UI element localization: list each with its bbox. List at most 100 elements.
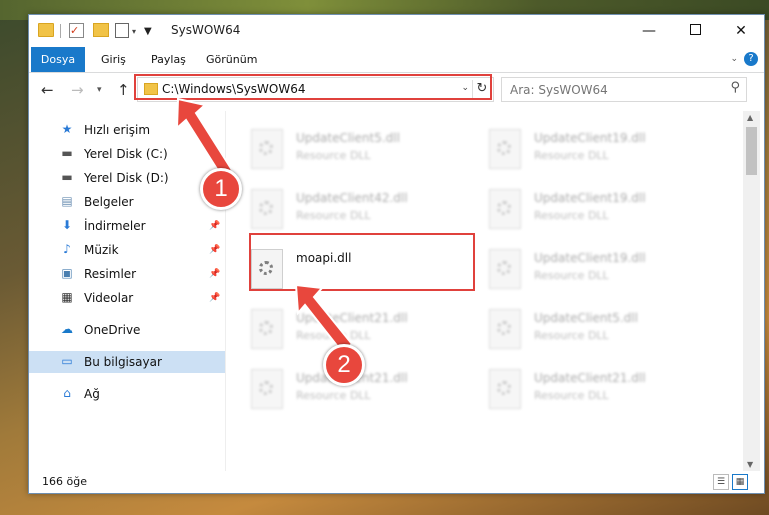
search-input[interactable]: [508, 80, 712, 99]
customize-toolbar-icon[interactable]: ▼: [144, 23, 152, 39]
list-item[interactable]: UpdateClient19.dll Resource DLL: [464, 185, 679, 239]
address-highlight-box: [134, 74, 492, 100]
sidebar-item-label: Hızlı erişim: [84, 123, 151, 137]
list-item[interactable]: UpdateClient19.dll Resource DLL: [464, 245, 679, 299]
sidebar-item-quick-access[interactable]: ★ Hızlı erişim: [29, 119, 225, 141]
file-name: UpdateClient42.dll: [296, 191, 408, 205]
file-name: UpdateClient21.dll: [296, 311, 408, 325]
list-item[interactable]: UpdateClient5.dll Resource DLL: [226, 125, 441, 179]
download-icon: ⬇: [61, 218, 73, 232]
pin-icon[interactable]: 📌: [209, 215, 220, 237]
file-type: Resource DLL: [296, 389, 371, 402]
file-type: Resource DLL: [296, 329, 371, 342]
step-1-badge: 1: [200, 168, 242, 210]
file-type: Resource DLL: [534, 149, 609, 162]
list-item[interactable]: UpdateClient5.dll Resource DLL: [464, 305, 679, 359]
tab-view[interactable]: Görünüm: [204, 47, 259, 72]
toolbar-separator: [60, 24, 61, 38]
pictures-icon: ▣: [61, 266, 73, 280]
dll-file-icon: [489, 249, 521, 289]
sidebar-item-onedrive[interactable]: ☁ OneDrive: [29, 319, 225, 341]
minimize-button[interactable]: —: [626, 15, 672, 47]
sidebar-item-label: Bu bilgisayar: [84, 355, 162, 369]
search-icon[interactable]: ⚲: [730, 80, 740, 95]
file-name: UpdateClient19.dll: [534, 251, 646, 265]
sidebar-item-downloads[interactable]: ⬇ İndirmeler 📌: [29, 215, 225, 237]
sidebar-item-music[interactable]: ♪ Müzik 📌: [29, 239, 225, 261]
sidebar-item-network[interactable]: ⌂ Ağ: [29, 383, 225, 405]
file-name: UpdateClient5.dll: [296, 131, 400, 145]
up-arrow-icon[interactable]: ↑: [117, 81, 130, 99]
sidebar-item-pictures[interactable]: ▣ Resimler 📌: [29, 263, 225, 285]
quick-access-dropdown-icon[interactable]: ▾: [132, 23, 136, 39]
dll-file-icon: [251, 309, 283, 349]
scroll-up-icon[interactable]: ▲: [747, 113, 753, 122]
sidebar-item-label: Müzik: [84, 243, 119, 257]
pin-icon[interactable]: 📌: [209, 239, 220, 261]
file-type: Resource DLL: [296, 149, 371, 162]
step-2-badge: 2: [323, 344, 365, 386]
search-box[interactable]: ⚲: [501, 77, 747, 102]
list-item[interactable]: UpdateClient21.dll Resource DLL: [464, 365, 679, 419]
maximize-button[interactable]: [672, 15, 718, 47]
help-icon[interactable]: ?: [744, 52, 758, 66]
properties-check-icon[interactable]: ✓: [69, 23, 84, 38]
sidebar-item-videos[interactable]: ▦ Videolar 📌: [29, 287, 225, 309]
file-type: Resource DLL: [534, 329, 609, 342]
expand-ribbon-icon[interactable]: ⌄: [730, 54, 738, 64]
tab-home[interactable]: Giriş: [99, 47, 128, 72]
folder-icon: [38, 23, 54, 37]
tab-share[interactable]: Paylaş: [149, 47, 188, 72]
dll-file-icon: [251, 129, 283, 169]
sidebar-item-local-disk-c[interactable]: ▬ Yerel Disk (C:) 📌: [29, 143, 225, 165]
file-list: UpdateClient5.dll Resource DLL UpdateCli…: [226, 111, 743, 471]
file-type: Resource DLL: [534, 389, 609, 402]
pin-icon[interactable]: 📌: [209, 287, 220, 309]
file-type: Resource DLL: [534, 209, 609, 222]
sidebar-item-local-disk-d[interactable]: ▬ Yerel Disk (D:): [29, 167, 225, 189]
title-bar: ✓ ▾ ▼ SysWOW64 — ✕: [29, 15, 764, 47]
star-icon: ★: [61, 122, 73, 136]
large-icons-view-icon[interactable]: ▦: [732, 474, 748, 490]
sidebar-item-this-pc[interactable]: ▭ Bu bilgisayar: [29, 351, 225, 373]
close-button[interactable]: ✕: [718, 15, 764, 47]
pin-icon[interactable]: 📌: [209, 143, 220, 165]
videos-icon: ▦: [61, 290, 73, 304]
status-bar: 166 öğe ☰ ▦: [29, 471, 764, 493]
sidebar-item-label: OneDrive: [84, 323, 141, 337]
new-folder-icon[interactable]: [93, 23, 109, 37]
dll-file-icon: [251, 189, 283, 229]
maximize-icon: [689, 24, 701, 35]
file-highlight-box: [249, 233, 475, 291]
file-name: UpdateClient19.dll: [534, 191, 646, 205]
ribbon: Dosya Giriş Paylaş Görünüm ⌄ ?: [29, 47, 764, 73]
details-view-icon[interactable]: ☰: [713, 474, 729, 490]
recent-locations-icon[interactable]: ▾: [97, 85, 102, 95]
properties-icon[interactable]: [115, 23, 129, 38]
sidebar-item-label: Yerel Disk (D:): [84, 171, 169, 185]
pin-icon[interactable]: 📌: [209, 263, 220, 285]
scroll-thumb[interactable]: [746, 127, 757, 175]
sidebar-item-label: Resimler: [84, 267, 137, 281]
vertical-scrollbar[interactable]: ▲ ▼: [743, 111, 760, 471]
drive-icon: ▬: [61, 146, 73, 160]
navigation-pane: ★ Hızlı erişim ▬ Yerel Disk (C:) 📌 ▬ Yer…: [29, 111, 226, 471]
dll-file-icon: [489, 369, 521, 409]
forward-arrow-icon[interactable]: →: [71, 81, 84, 99]
file-name: UpdateClient5.dll: [534, 311, 638, 325]
sidebar-item-label: Videolar: [84, 291, 134, 305]
explorer-window: ✓ ▾ ▼ SysWOW64 — ✕ Dosya Giriş Paylaş Gö…: [28, 14, 765, 494]
scroll-down-icon[interactable]: ▼: [747, 460, 753, 469]
navigation-bar: ← → ▾ ↑ C:\Windows\SysWOW64 ⌄ ↻ ⚲: [29, 73, 764, 107]
sidebar-item-documents[interactable]: ▤ Belgeler: [29, 191, 225, 213]
list-item[interactable]: UpdateClient42.dll Resource DLL: [226, 185, 441, 239]
back-arrow-icon[interactable]: ←: [41, 81, 54, 99]
list-item[interactable]: UpdateClient19.dll Resource DLL: [464, 125, 679, 179]
computer-icon: ▭: [61, 354, 73, 368]
tab-file[interactable]: Dosya: [31, 47, 85, 72]
sidebar-item-label: Ağ: [84, 387, 100, 401]
dll-file-icon: [489, 189, 521, 229]
dll-file-icon: [251, 369, 283, 409]
sidebar-item-label: İndirmeler: [84, 219, 146, 233]
cloud-icon: ☁: [61, 322, 73, 336]
